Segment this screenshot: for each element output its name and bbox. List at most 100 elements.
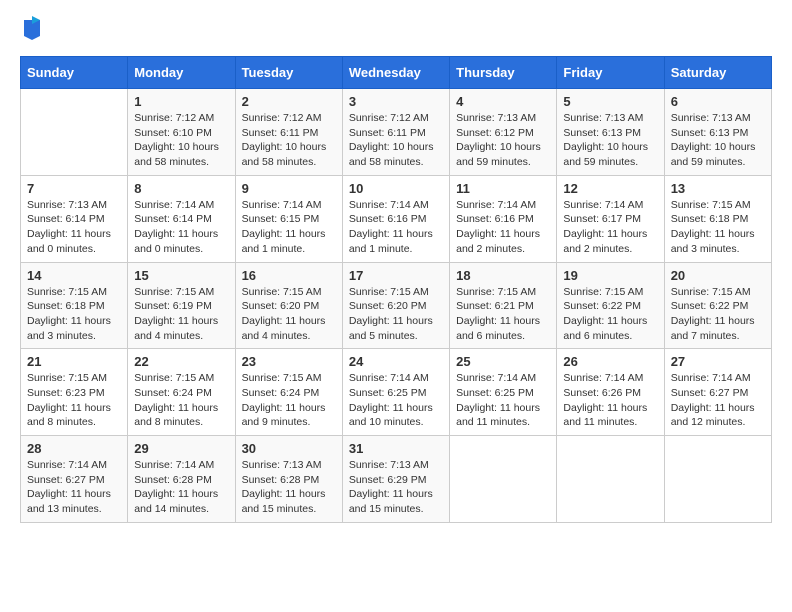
day-header-tuesday: Tuesday <box>235 57 342 89</box>
day-number: 2 <box>242 94 336 109</box>
cell-info: Sunrise: 7:15 AM Sunset: 6:24 PM Dayligh… <box>134 371 228 430</box>
day-header-saturday: Saturday <box>664 57 771 89</box>
calendar-cell: 10 Sunrise: 7:14 AM Sunset: 6:16 PM Dayli… <box>342 175 449 262</box>
calendar-cell: 29 Sunrise: 7:14 AM Sunset: 6:28 PM Dayli… <box>128 436 235 523</box>
cell-info: Sunrise: 7:14 AM Sunset: 6:25 PM Dayligh… <box>349 371 443 430</box>
day-number: 19 <box>563 268 657 283</box>
calendar-week-row: 28 Sunrise: 7:14 AM Sunset: 6:27 PM Dayli… <box>21 436 772 523</box>
day-number: 11 <box>456 181 550 196</box>
calendar-week-row: 7Sunrise: 7:13 AM Sunset: 6:14 PM Daylig… <box>21 175 772 262</box>
day-header-sunday: Sunday <box>21 57 128 89</box>
cell-info: Sunrise: 7:14 AM Sunset: 6:27 PM Dayligh… <box>671 371 765 430</box>
day-number: 12 <box>563 181 657 196</box>
day-number: 28 <box>27 441 121 456</box>
day-number: 9 <box>242 181 336 196</box>
cell-info: Sunrise: 7:14 AM Sunset: 6:25 PM Dayligh… <box>456 371 550 430</box>
cell-info: Sunrise: 7:12 AM Sunset: 6:11 PM Dayligh… <box>242 111 336 170</box>
calendar-cell: 5 Sunrise: 7:13 AM Sunset: 6:13 PM Daylig… <box>557 89 664 176</box>
cell-info: Sunrise: 7:15 AM Sunset: 6:20 PM Dayligh… <box>349 285 443 344</box>
cell-info: Sunrise: 7:13 AM Sunset: 6:13 PM Dayligh… <box>563 111 657 170</box>
day-header-monday: Monday <box>128 57 235 89</box>
calendar-cell: 21 Sunrise: 7:15 AM Sunset: 6:23 PM Dayli… <box>21 349 128 436</box>
calendar-cell: 31 Sunrise: 7:13 AM Sunset: 6:29 PM Dayli… <box>342 436 449 523</box>
day-header-friday: Friday <box>557 57 664 89</box>
cell-info: Sunrise: 7:15 AM Sunset: 6:23 PM Dayligh… <box>27 371 121 430</box>
day-number: 29 <box>134 441 228 456</box>
calendar-cell: 2 Sunrise: 7:12 AM Sunset: 6:11 PM Daylig… <box>235 89 342 176</box>
logo <box>20 20 42 40</box>
day-number: 1 <box>134 94 228 109</box>
calendar-header-row: SundayMondayTuesdayWednesdayThursdayFrid… <box>21 57 772 89</box>
cell-info: Sunrise: 7:14 AM Sunset: 6:26 PM Dayligh… <box>563 371 657 430</box>
calendar-cell: 1 Sunrise: 7:12 AM Sunset: 6:10 PM Daylig… <box>128 89 235 176</box>
calendar-cell: 12 Sunrise: 7:14 AM Sunset: 6:17 PM Dayli… <box>557 175 664 262</box>
cell-info: Sunrise: 7:14 AM Sunset: 6:17 PM Dayligh… <box>563 198 657 257</box>
calendar-cell <box>557 436 664 523</box>
calendar-cell: 9 Sunrise: 7:14 AM Sunset: 6:15 PM Daylig… <box>235 175 342 262</box>
calendar-cell <box>21 89 128 176</box>
calendar-cell: 28 Sunrise: 7:14 AM Sunset: 6:27 PM Dayli… <box>21 436 128 523</box>
cell-info: Sunrise: 7:12 AM Sunset: 6:10 PM Dayligh… <box>134 111 228 170</box>
calendar-cell: 13Sunrise: 7:15 AM Sunset: 6:18 PM Dayli… <box>664 175 771 262</box>
calendar-cell: 3 Sunrise: 7:12 AM Sunset: 6:11 PM Daylig… <box>342 89 449 176</box>
calendar-week-row: 1 Sunrise: 7:12 AM Sunset: 6:10 PM Daylig… <box>21 89 772 176</box>
cell-info: Sunrise: 7:13 AM Sunset: 6:28 PM Dayligh… <box>242 458 336 517</box>
calendar-cell: 11 Sunrise: 7:14 AM Sunset: 6:16 PM Dayli… <box>450 175 557 262</box>
calendar-cell: 19Sunrise: 7:15 AM Sunset: 6:22 PM Dayli… <box>557 262 664 349</box>
day-number: 21 <box>27 354 121 369</box>
day-number: 10 <box>349 181 443 196</box>
calendar-week-row: 21 Sunrise: 7:15 AM Sunset: 6:23 PM Dayli… <box>21 349 772 436</box>
cell-info: Sunrise: 7:12 AM Sunset: 6:11 PM Dayligh… <box>349 111 443 170</box>
cell-info: Sunrise: 7:13 AM Sunset: 6:29 PM Dayligh… <box>349 458 443 517</box>
cell-info: Sunrise: 7:13 AM Sunset: 6:13 PM Dayligh… <box>671 111 765 170</box>
cell-info: Sunrise: 7:14 AM Sunset: 6:27 PM Dayligh… <box>27 458 121 517</box>
calendar-cell: 27Sunrise: 7:14 AM Sunset: 6:27 PM Dayli… <box>664 349 771 436</box>
day-number: 5 <box>563 94 657 109</box>
cell-info: Sunrise: 7:14 AM Sunset: 6:28 PM Dayligh… <box>134 458 228 517</box>
calendar-cell: 20 Sunrise: 7:15 AM Sunset: 6:22 PM Dayli… <box>664 262 771 349</box>
calendar-cell: 4Sunrise: 7:13 AM Sunset: 6:12 PM Daylig… <box>450 89 557 176</box>
day-number: 14 <box>27 268 121 283</box>
cell-info: Sunrise: 7:14 AM Sunset: 6:14 PM Dayligh… <box>134 198 228 257</box>
cell-info: Sunrise: 7:14 AM Sunset: 6:16 PM Dayligh… <box>456 198 550 257</box>
day-number: 17 <box>349 268 443 283</box>
calendar-cell: 26 Sunrise: 7:14 AM Sunset: 6:26 PM Dayli… <box>557 349 664 436</box>
day-number: 15 <box>134 268 228 283</box>
calendar-cell: 25 Sunrise: 7:14 AM Sunset: 6:25 PM Dayli… <box>450 349 557 436</box>
calendar-cell <box>664 436 771 523</box>
day-number: 3 <box>349 94 443 109</box>
calendar-cell: 15 Sunrise: 7:15 AM Sunset: 6:19 PM Dayli… <box>128 262 235 349</box>
day-number: 4 <box>456 94 550 109</box>
day-number: 18 <box>456 268 550 283</box>
calendar-cell <box>450 436 557 523</box>
cell-info: Sunrise: 7:14 AM Sunset: 6:15 PM Dayligh… <box>242 198 336 257</box>
calendar-cell: 18 Sunrise: 7:15 AM Sunset: 6:21 PM Dayli… <box>450 262 557 349</box>
cell-info: Sunrise: 7:15 AM Sunset: 6:21 PM Dayligh… <box>456 285 550 344</box>
day-number: 23 <box>242 354 336 369</box>
calendar-cell: 6 Sunrise: 7:13 AM Sunset: 6:13 PM Daylig… <box>664 89 771 176</box>
calendar-cell: 22 Sunrise: 7:15 AM Sunset: 6:24 PM Dayli… <box>128 349 235 436</box>
cell-info: Sunrise: 7:15 AM Sunset: 6:24 PM Dayligh… <box>242 371 336 430</box>
calendar-cell: 17 Sunrise: 7:15 AM Sunset: 6:20 PM Dayli… <box>342 262 449 349</box>
day-number: 31 <box>349 441 443 456</box>
calendar-cell: 23 Sunrise: 7:15 AM Sunset: 6:24 PM Dayli… <box>235 349 342 436</box>
day-number: 6 <box>671 94 765 109</box>
calendar-cell: 30 Sunrise: 7:13 AM Sunset: 6:28 PM Dayli… <box>235 436 342 523</box>
logo-icon <box>22 16 42 40</box>
day-number: 26 <box>563 354 657 369</box>
day-number: 30 <box>242 441 336 456</box>
day-header-wednesday: Wednesday <box>342 57 449 89</box>
cell-info: Sunrise: 7:15 AM Sunset: 6:22 PM Dayligh… <box>671 285 765 344</box>
day-header-thursday: Thursday <box>450 57 557 89</box>
calendar-table: SundayMondayTuesdayWednesdayThursdayFrid… <box>20 56 772 523</box>
day-number: 25 <box>456 354 550 369</box>
day-number: 16 <box>242 268 336 283</box>
day-number: 22 <box>134 354 228 369</box>
day-number: 20 <box>671 268 765 283</box>
page-header <box>20 20 772 40</box>
cell-info: Sunrise: 7:15 AM Sunset: 6:18 PM Dayligh… <box>671 198 765 257</box>
day-number: 24 <box>349 354 443 369</box>
day-number: 7 <box>27 181 121 196</box>
cell-info: Sunrise: 7:15 AM Sunset: 6:19 PM Dayligh… <box>134 285 228 344</box>
cell-info: Sunrise: 7:14 AM Sunset: 6:16 PM Dayligh… <box>349 198 443 257</box>
